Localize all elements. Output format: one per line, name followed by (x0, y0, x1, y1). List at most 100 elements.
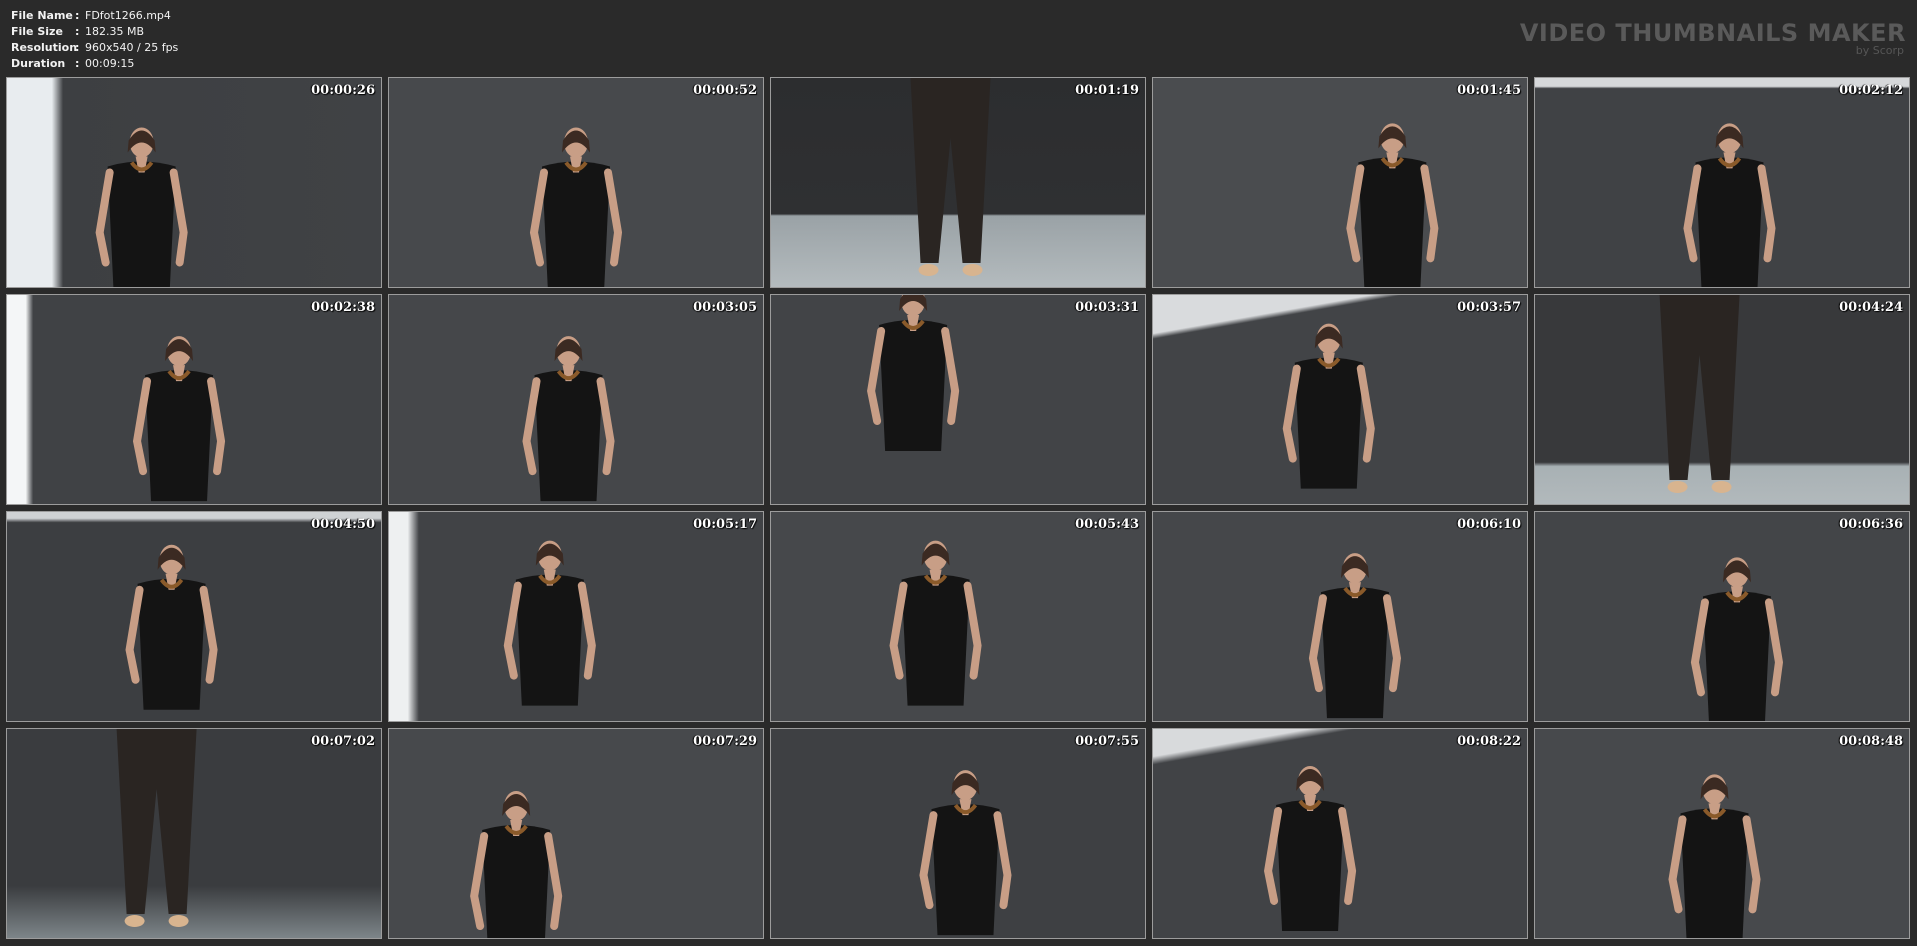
figure-silhouette (503, 540, 596, 706)
video-frame-image (1535, 295, 1909, 504)
thumbnail-frame: 00:06:36 (1534, 511, 1910, 722)
video-frame-image (1153, 729, 1527, 938)
video-frame-image (1153, 78, 1527, 287)
thumbnail-frame: 00:00:26 (6, 77, 382, 288)
thumbnail-timestamp: 00:07:55 (1075, 734, 1139, 749)
figure-silhouette (95, 127, 188, 287)
file-size-value: 182.35 MB (85, 25, 145, 38)
thumbnail-timestamp: 00:00:52 (693, 83, 757, 98)
thumbnail-frame: 00:02:38 (6, 294, 382, 505)
duration-row: Duration : 00:09:15 (11, 56, 178, 72)
figure-silhouette (910, 78, 991, 276)
figure-silhouette (1683, 123, 1776, 287)
figure-silhouette (1659, 295, 1740, 493)
thumbnail-timestamp: 00:04:50 (311, 517, 375, 532)
video-frame-image (771, 295, 1145, 504)
thumbnail-timestamp: 00:08:22 (1457, 734, 1521, 749)
thumbnail-frame: 00:01:19 (770, 77, 1146, 288)
file-name-value: FDfot1266.mp4 (85, 9, 171, 22)
video-frame-image (771, 512, 1145, 721)
video-frame-image (389, 295, 763, 504)
thumbnail-frame: 00:02:12 (1534, 77, 1910, 288)
thumbnail-timestamp: 00:06:36 (1839, 517, 1903, 532)
separator: : (75, 57, 80, 70)
figure-silhouette (1690, 557, 1784, 721)
resolution-row: Resolution : 960x540 / 25 fps (11, 40, 178, 56)
duration-value: 00:09:15 (85, 57, 135, 70)
thumbnail-frame: 00:01:45 (1152, 77, 1528, 288)
brand-title: VIDEO THUMBNAILS MAKER (1519, 19, 1906, 47)
thumbnail-frame: 00:08:22 (1152, 728, 1528, 939)
thumbnail-timestamp: 00:00:26 (311, 83, 375, 98)
thumbnail-timestamp: 00:03:57 (1457, 300, 1521, 315)
thumbnail-frame: 00:07:02 (6, 728, 382, 939)
video-frame-image (1153, 512, 1527, 721)
video-frame-image (1535, 78, 1909, 287)
thumbnail-frame: 00:00:52 (388, 77, 764, 288)
thumbnail-frame: 00:08:48 (1534, 728, 1910, 939)
file-size-row: File Size : 182.35 MB (11, 24, 178, 40)
file-size-label: File Size (11, 25, 63, 38)
thumbnail-timestamp: 00:02:38 (311, 300, 375, 315)
thumbnail-timestamp: 00:03:05 (693, 300, 757, 315)
thumbnail-frame: 00:04:24 (1534, 294, 1910, 505)
contact-sheet: File Name : FDfot1266.mp4 File Size : 18… (0, 0, 1917, 946)
brand-watermark: VIDEO THUMBNAILS MAKER by Scorp (1520, 20, 1906, 57)
video-frame-image (389, 512, 763, 721)
video-frame-image (7, 729, 381, 938)
thumbnail-timestamp: 00:07:29 (693, 734, 757, 749)
separator: : (75, 9, 80, 22)
thumbnail-frame: 00:04:50 (6, 511, 382, 722)
video-frame-image (389, 78, 763, 287)
file-info-panel: File Name : FDfot1266.mp4 File Size : 18… (11, 8, 178, 72)
video-frame-image (389, 729, 763, 938)
video-frame-image (771, 78, 1145, 287)
thumbnail-timestamp: 00:01:45 (1457, 83, 1521, 98)
file-name-row: File Name : FDfot1266.mp4 (11, 8, 178, 24)
figure-silhouette (125, 544, 218, 710)
thumbnail-timestamp: 00:07:02 (311, 734, 375, 749)
video-frame-image (1535, 512, 1909, 721)
video-frame-image (7, 78, 381, 287)
figure-silhouette (1264, 765, 1357, 931)
figure-silhouette (889, 540, 982, 706)
separator: : (75, 41, 80, 54)
thumbnail-timestamp: 00:08:48 (1839, 734, 1903, 749)
duration-label: Duration (11, 57, 66, 70)
figure-silhouette (1282, 323, 1375, 489)
figure-silhouette (1308, 553, 1402, 719)
thumbnail-frame: 00:03:31 (770, 294, 1146, 505)
resolution-label: Resolution (11, 41, 78, 54)
thumbnail-frame: 00:06:10 (1152, 511, 1528, 722)
video-frame-image (1153, 295, 1527, 504)
resolution-value: 960x540 / 25 fps (85, 41, 179, 54)
figure-silhouette (1346, 123, 1439, 287)
thumbnail-timestamp: 00:06:10 (1457, 517, 1521, 532)
thumbnail-frame: 00:05:17 (388, 511, 764, 722)
figure-silhouette (867, 295, 960, 451)
video-frame-image (1535, 729, 1909, 938)
thumbnail-timestamp: 00:02:12 (1839, 83, 1903, 98)
separator: : (75, 25, 80, 38)
thumbnail-frame: 00:07:29 (388, 728, 764, 939)
figure-silhouette (1668, 774, 1761, 938)
thumbnail-grid: 00:00:26 00:00:52 00:01:19 00:01:45 00:02:12… (6, 77, 1912, 941)
thumbnail-timestamp: 00:04:24 (1839, 300, 1903, 315)
thumbnail-frame: 00:07:55 (770, 728, 1146, 939)
video-frame-image (7, 512, 381, 721)
thumbnail-frame: 00:03:57 (1152, 294, 1528, 505)
figure-silhouette (116, 729, 197, 927)
thumbnail-timestamp: 00:05:43 (1075, 517, 1139, 532)
file-name-label: File Name (11, 9, 73, 22)
figure-silhouette (529, 127, 623, 287)
figure-silhouette (470, 791, 563, 938)
figure-silhouette (919, 770, 1012, 936)
thumbnail-timestamp: 00:05:17 (693, 517, 757, 532)
figure-silhouette (522, 336, 615, 502)
figure-silhouette (132, 336, 226, 502)
thumbnail-frame: 00:05:43 (770, 511, 1146, 722)
video-frame-image (771, 729, 1145, 938)
thumbnail-timestamp: 00:03:31 (1075, 300, 1139, 315)
video-frame-image (7, 295, 381, 504)
thumbnail-frame: 00:03:05 (388, 294, 764, 505)
